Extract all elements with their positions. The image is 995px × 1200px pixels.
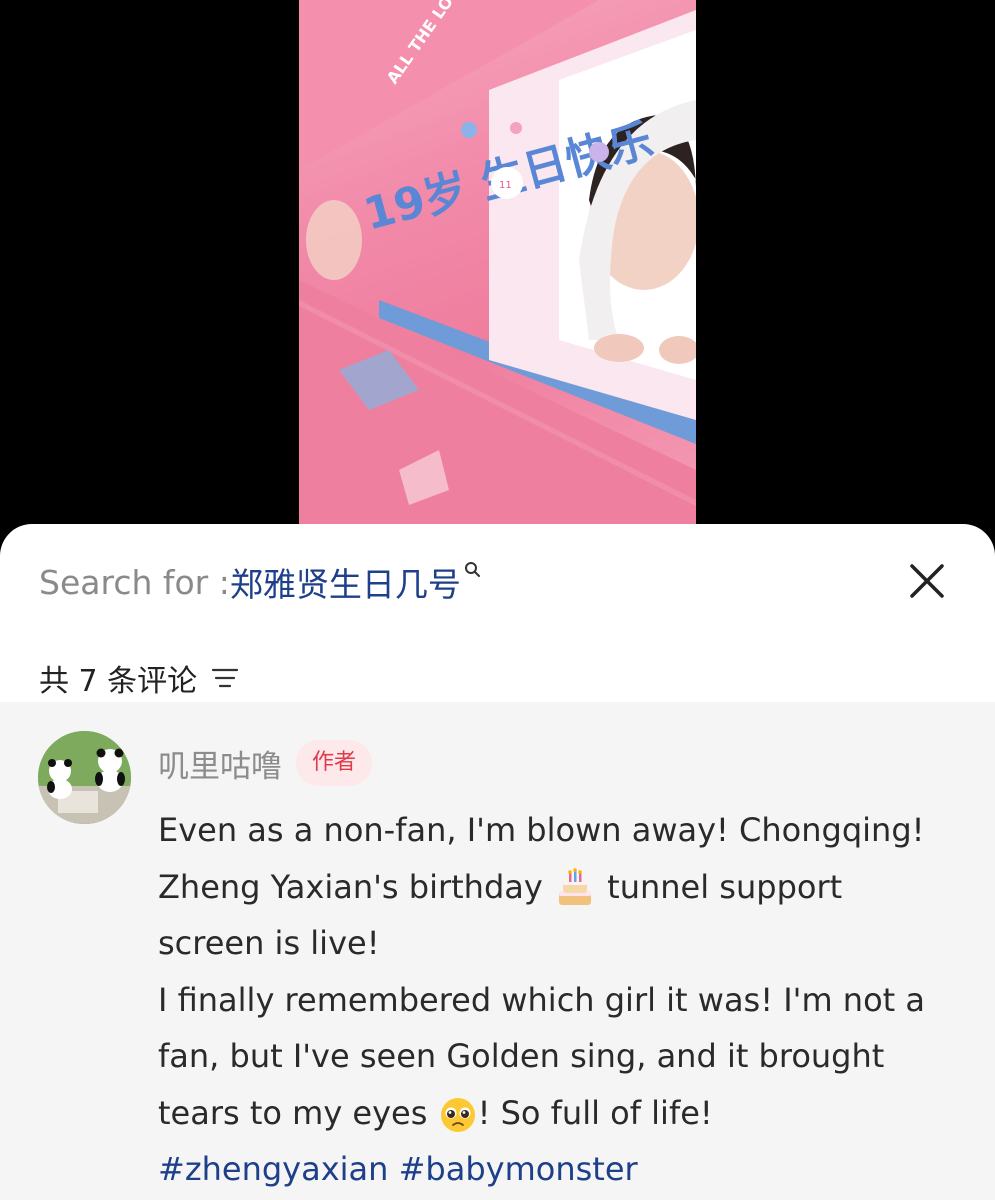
close-icon[interactable] bbox=[906, 560, 948, 602]
video-frame[interactable]: ALL THE LOVE 19岁 生日快乐 11 bbox=[299, 0, 696, 540]
avatar[interactable] bbox=[38, 731, 131, 824]
hashtag-link[interactable]: #zhengyaxian bbox=[158, 1150, 388, 1188]
comment-text: Even as a non-fan, I'm blown away! Chong… bbox=[158, 802, 968, 1198]
video-badge: 11 bbox=[499, 180, 512, 191]
search-query[interactable]: 郑雅贤生日几号 bbox=[230, 558, 461, 606]
author-badge: 作者 bbox=[296, 740, 373, 786]
sort-icon[interactable] bbox=[211, 665, 239, 691]
comments-sheet: Search for : 郑雅贤生日几号 共 7 条评论 叽里咕噜 作者 Eve… bbox=[0, 524, 995, 1200]
comment-header: 叽里咕噜 作者 bbox=[158, 739, 373, 787]
comment-segment: Zheng Yaxian's birthday bbox=[158, 867, 553, 906]
video-player[interactable]: ALL THE LOVE 19岁 生日快乐 11 bbox=[0, 0, 995, 540]
pleading-face-emoji bbox=[440, 1097, 475, 1132]
comment-count-row: 共 7 条评论 bbox=[39, 656, 239, 700]
birthday-cake-emoji bbox=[558, 867, 591, 905]
hashtag-line: #zhengyaxian #babymonster bbox=[158, 1141, 968, 1198]
username[interactable]: 叽里咕噜 bbox=[158, 741, 282, 786]
related-search[interactable]: Search for : 郑雅贤生日几号 bbox=[39, 560, 483, 604]
comment-segment: tears to my eyes bbox=[158, 1093, 438, 1132]
comment-count: 共 7 条评论 bbox=[39, 664, 198, 699]
comment-line: Even as a non-fan, I'm blown away! Chong… bbox=[158, 811, 925, 849]
comment-line: tears to my eyes ! So full of life! bbox=[158, 1085, 968, 1142]
comment-segment: tunnel support bbox=[596, 867, 843, 906]
hashtag-link[interactable]: #babymonster bbox=[399, 1150, 638, 1188]
comment-item[interactable]: 叽里咕噜 作者 Even as a non-fan, I'm blown awa… bbox=[0, 702, 995, 1200]
search-icon bbox=[464, 562, 480, 577]
comment-line: I finally remembered which girl it was! … bbox=[158, 980, 925, 1019]
comment-line: fan, but I've seen Golden sing, and it b… bbox=[158, 1037, 885, 1075]
search-prefix: Search for : bbox=[39, 562, 230, 602]
comment-line: screen is live! bbox=[158, 924, 380, 962]
video-still-image: ALL THE LOVE 19岁 生日快乐 11 bbox=[299, 0, 696, 540]
comment-line: Zheng Yaxian's birthday tunnel support bbox=[158, 859, 968, 916]
comment-segment: ! So full of life! bbox=[477, 1093, 713, 1132]
